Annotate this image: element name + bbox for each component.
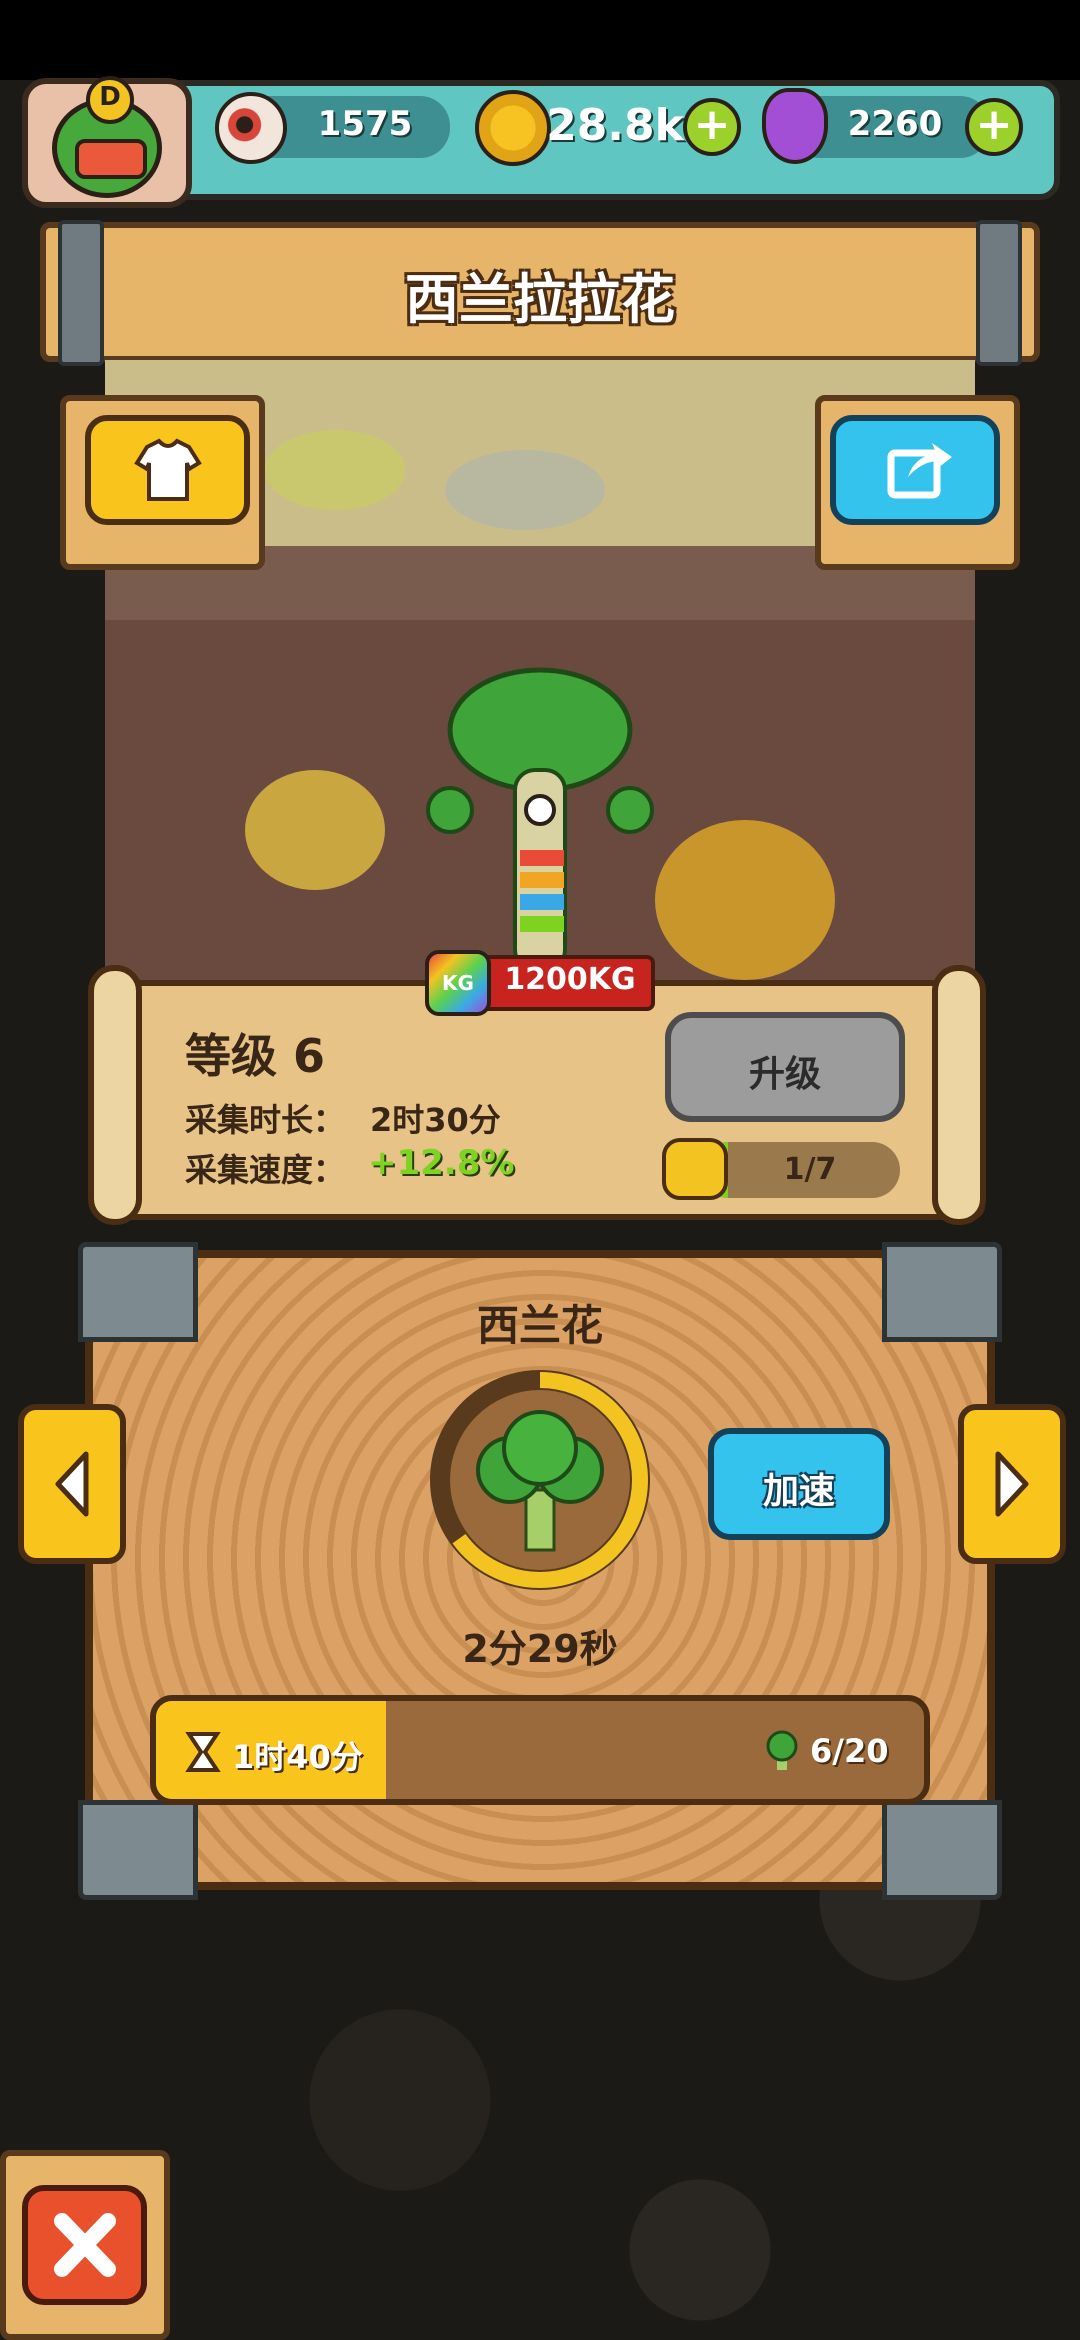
next-button[interactable] <box>958 1404 1066 1564</box>
speed-label: 采集速度： <box>185 1151 346 1189</box>
crop-name: 西兰花 <box>476 1301 603 1350</box>
board-corner-tl <box>78 1242 198 1342</box>
crop-timer-ring <box>430 1370 650 1590</box>
board-corner-tr <box>882 1242 1002 1342</box>
board-corner-bl <box>78 1800 198 1900</box>
upgrade-button-label: 升级 <box>748 1054 821 1095</box>
board-corner-br <box>882 1800 1002 1900</box>
duration-value: 2时30分 <box>370 1101 501 1139</box>
coin-count: 28.8k <box>546 100 684 151</box>
monster-mouth <box>75 139 147 179</box>
wardrobe-button[interactable] <box>85 415 250 525</box>
monster-token-icon <box>662 1138 728 1200</box>
share-button[interactable] <box>830 415 1000 525</box>
previous-button[interactable] <box>18 1404 126 1564</box>
weight-icon: KG <box>425 950 491 1016</box>
broccoli-monster-icon[interactable] <box>420 660 660 980</box>
upgrade-progress-text: 1/7 <box>783 1152 837 1187</box>
hourglass-icon <box>185 1732 221 1772</box>
arrow-right-icon <box>995 1451 1029 1517</box>
speedup-button-label: 加速 <box>762 1471 835 1512</box>
add-coins-button[interactable]: + <box>683 98 741 156</box>
duration-label: 采集时长： <box>185 1101 346 1139</box>
shirt-icon <box>134 438 202 501</box>
arrow-left-icon <box>55 1451 89 1517</box>
speed-value: +12.8% <box>368 1143 515 1183</box>
crop-count: 6/20 <box>810 1732 889 1770</box>
add-potion-button[interactable]: + <box>965 98 1023 156</box>
plank-clamp-left <box>58 220 104 366</box>
plank-clamp-right <box>976 220 1022 366</box>
total-time: 1时40分 <box>232 1738 363 1776</box>
eyeball-count: 1575 <box>317 104 413 144</box>
monster-title: 西兰拉拉花 <box>405 268 675 331</box>
monster-weight: 1200KG <box>504 962 636 997</box>
purple-potion-icon <box>762 88 828 164</box>
level-label: 等级 6 <box>185 1029 326 1083</box>
broccoli-small-icon <box>766 1730 798 1770</box>
status-bar <box>0 0 1080 80</box>
player-avatar[interactable]: D <box>22 76 192 208</box>
close-button[interactable] <box>22 2185 147 2305</box>
potion-count: 2260 <box>847 104 943 144</box>
crop-timer: 2分29秒 <box>462 1627 618 1671</box>
scroll-roll-right <box>932 965 986 1225</box>
scroll-roll-left <box>88 965 142 1225</box>
close-icon <box>54 2213 116 2277</box>
eyeball-icon <box>215 92 287 164</box>
share-icon <box>887 443 952 499</box>
rank-badge: D <box>86 76 134 124</box>
